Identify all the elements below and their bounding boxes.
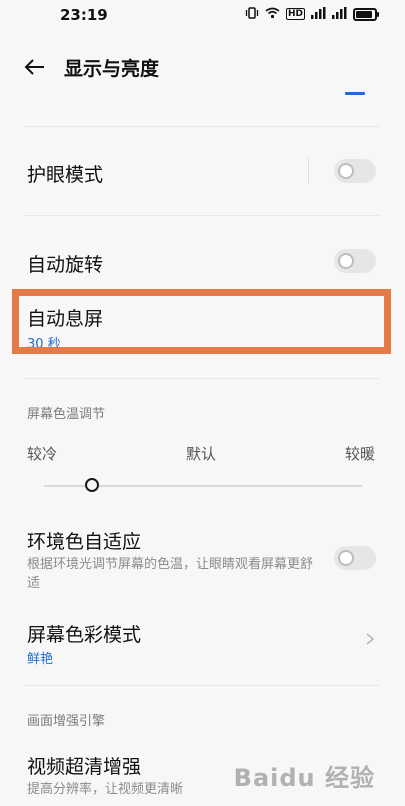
highlight-box xyxy=(12,289,391,354)
color-mode-label: 屏幕色彩模式 xyxy=(27,624,142,646)
auto-rotate-toggle[interactable] xyxy=(334,249,376,273)
wifi-icon xyxy=(265,7,280,21)
toggle-knob xyxy=(338,253,354,269)
eye-protection-toggle[interactable] xyxy=(334,159,376,183)
color-temperature-section-title: 屏幕色温调节 xyxy=(27,407,106,422)
arrow-left-icon xyxy=(24,59,44,75)
row-separator xyxy=(308,158,309,184)
setting-row-color-mode[interactable]: 屏幕色彩模式 鲜艳 xyxy=(0,610,405,672)
eye-protection-label: 护眼模式 xyxy=(27,164,104,186)
back-button[interactable] xyxy=(22,52,52,82)
battery-icon xyxy=(353,7,379,21)
status-icons: HD xyxy=(245,7,379,21)
hd-icon: HD xyxy=(285,8,305,20)
status-time: 23:19 xyxy=(60,6,108,24)
ambient-adaptive-description: 根据环境光调节屏幕的色温，让眼睛观看屏幕更舒适 xyxy=(27,557,314,591)
temp-option-cool: 较冷 xyxy=(27,445,58,463)
temp-option-warm: 较暖 xyxy=(345,445,376,463)
status-bar: 23:19 HD xyxy=(0,0,405,30)
page-title: 显示与亮度 xyxy=(64,58,160,80)
setting-row-eye-protection[interactable]: 护眼模式 xyxy=(0,127,405,215)
signal-4g-icon xyxy=(311,7,326,21)
divider xyxy=(24,378,379,379)
vibrate-icon xyxy=(245,7,259,21)
setting-row-ambient-adaptive[interactable]: 环境色自适应 根据环境光调节屏幕的色温，让眼睛观看屏幕更舒适 xyxy=(0,520,405,600)
enhancement-section-title: 画面增强引擎 xyxy=(27,714,106,729)
divider xyxy=(24,685,379,686)
toggle-knob xyxy=(338,163,354,179)
toggle-knob xyxy=(338,550,354,566)
ambient-adaptive-label: 环境色自适应 xyxy=(27,531,142,553)
scroll-hint-mark xyxy=(345,92,365,95)
color-temperature-slider-thumb[interactable] xyxy=(84,478,99,492)
watermark: Baidu 经验 xyxy=(233,764,375,792)
video-enhance-label: 视频超清增强 xyxy=(27,756,142,778)
setting-row-auto-rotate[interactable]: 自动旋转 xyxy=(0,216,405,286)
temp-option-default: 默认 xyxy=(186,445,217,463)
ambient-adaptive-toggle[interactable] xyxy=(334,546,376,570)
video-enhance-description: 提高分辨率，让视频更清晰 xyxy=(27,782,184,797)
color-mode-value: 鲜艳 xyxy=(27,652,54,667)
auto-rotate-label: 自动旋转 xyxy=(27,254,104,276)
signal-4g-icon-2 xyxy=(332,7,347,21)
chevron-right-icon xyxy=(366,633,375,645)
